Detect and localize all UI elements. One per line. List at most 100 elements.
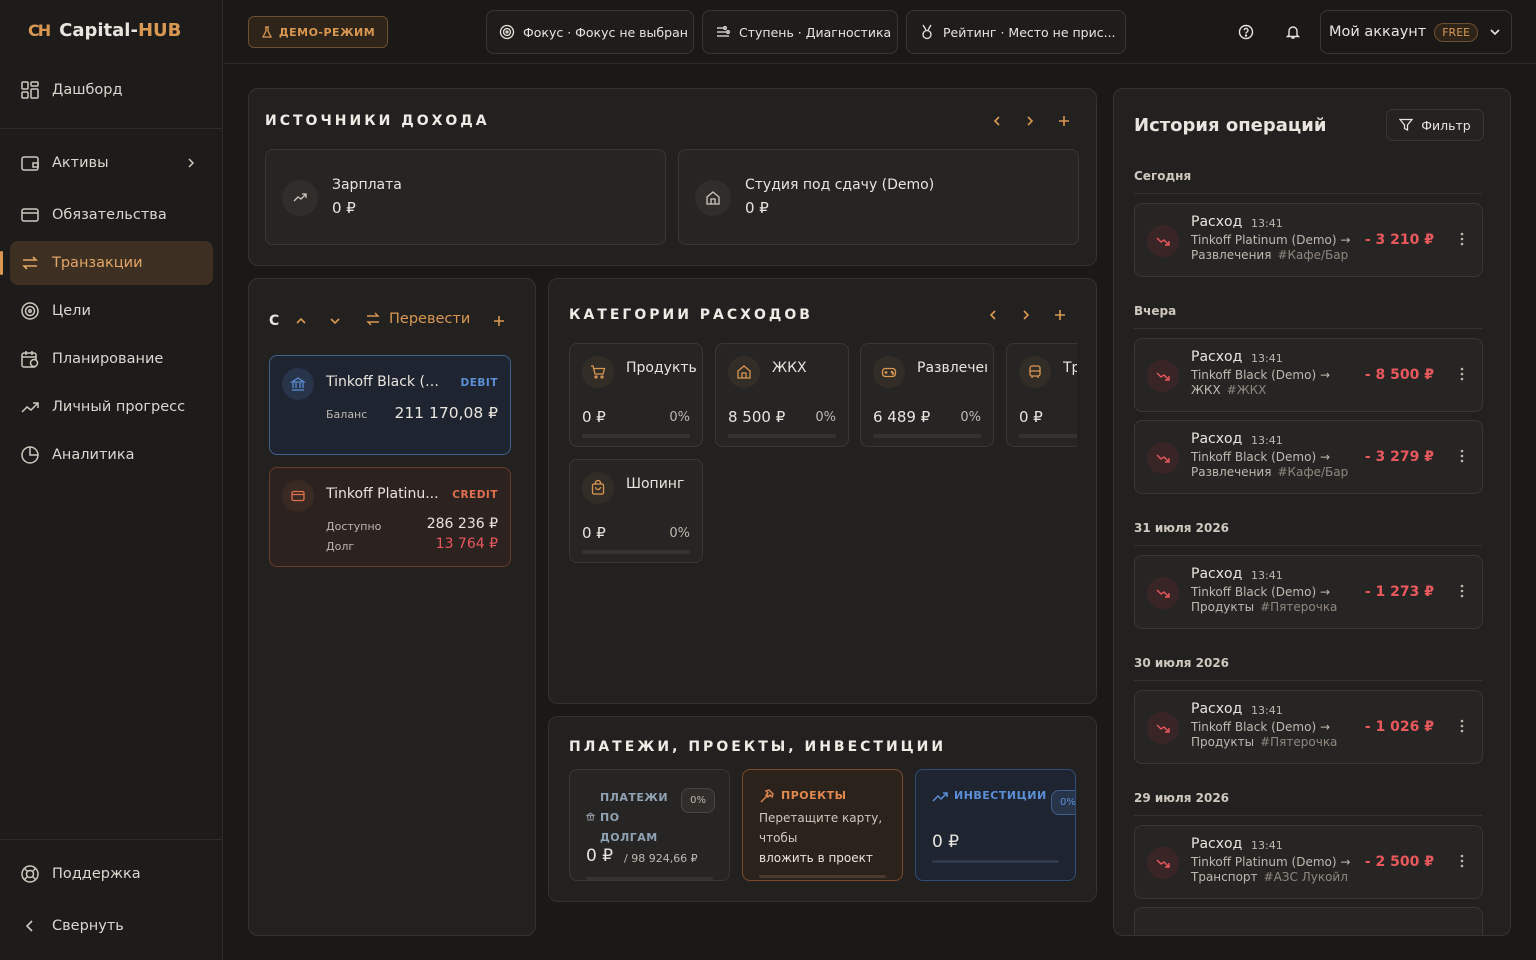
history-group-label: Сегодня (1134, 169, 1192, 183)
more-icon[interactable] (1460, 367, 1464, 381)
stage-pill[interactable]: Ступень · Диагностика (702, 10, 898, 54)
income-prev-button[interactable] (987, 111, 1007, 131)
transaction-row[interactable]: Расход 13:41 Tinkoff Platinum (Demo) → Т… (1134, 825, 1483, 899)
rating-pill[interactable]: Рейтинг · Место не прис... (906, 10, 1126, 54)
stairs-icon (717, 26, 730, 37)
sidebar-item-progress[interactable]: Личный прогресс (10, 385, 213, 429)
category-percent: 0% (669, 526, 690, 541)
transaction-row[interactable]: Расход 13:41 Tinkoff Platinum (Demo) → Р… (1134, 203, 1483, 277)
cart-icon (582, 356, 614, 388)
chevron-right-icon (1027, 116, 1034, 126)
more-icon[interactable] (1460, 584, 1464, 598)
income-name: Зарплата (332, 177, 402, 193)
income-panel: ИСТОЧНИКИ ДОХОДА Зарплата 0 ₽ Студия под… (248, 88, 1097, 266)
income-title: ИСТОЧНИКИ ДОХОДА (265, 113, 490, 129)
transaction-row[interactable]: Расход 13:41 Tinkoff Black (Demo) → Прод… (1134, 555, 1483, 629)
categories-panel: КАТЕГОРИИ РАСХОДОВ Продукты 0 ₽ 0% ЖКХ 8… (548, 278, 1097, 704)
sidebar-item-transactions[interactable]: Транзакции (10, 241, 213, 285)
more-icon[interactable] (1460, 719, 1464, 733)
account-menu[interactable]: Мой аккаунт FREE (1320, 10, 1512, 54)
category-name: Продукты (626, 360, 696, 376)
transaction-row[interactable] (1134, 907, 1483, 935)
chevron-left-icon (989, 310, 996, 320)
tx-tag: #АЗС Лукойл (1263, 870, 1348, 884)
stage-label: Ступень · Диагностика (739, 24, 892, 40)
chevron-left-icon (993, 116, 1000, 126)
category-name: Транспорт (1063, 360, 1077, 376)
sidebar-item-analytics[interactable]: Аналитика (10, 433, 213, 477)
chevron-up-icon (296, 317, 306, 324)
income-name: Студия под сдачу (Demo) (745, 177, 935, 193)
more-icon[interactable] (1460, 854, 1464, 868)
sidebar-item-goals[interactable]: Цели (10, 289, 213, 333)
accounts-up-button[interactable] (291, 311, 311, 331)
category-value: 0 ₽ (582, 408, 606, 426)
trend-icon (932, 792, 948, 802)
category-name: Развлечения (917, 360, 987, 376)
tx-amount: - 3 279 ₽ (1364, 449, 1434, 465)
investments-value: 0 ₽ (932, 832, 960, 852)
divider (1134, 545, 1482, 546)
debt-title-line: ПО (600, 811, 620, 824)
category-progress (873, 434, 981, 438)
income-card-salary[interactable]: Зарплата 0 ₽ (265, 149, 666, 245)
notifications-button[interactable] (1281, 20, 1305, 44)
income-next-button[interactable] (1020, 111, 1040, 131)
more-icon[interactable] (1460, 232, 1464, 246)
topbar: ДЕМО-РЕЖИМ Фокус · Фокус не выбран Ступе… (224, 0, 1536, 64)
card-icon (21, 208, 39, 222)
projects-card[interactable]: ПРОЕКТЫ Перетащите карту, чтобы вложить … (742, 769, 903, 881)
categories-next-button[interactable] (1016, 305, 1036, 325)
logo[interactable]: CH Capital- HUB (28, 20, 181, 41)
transfer-button[interactable]: Перевести (365, 311, 470, 327)
category-card[interactable]: Транспорт 0 ₽ (1006, 343, 1077, 447)
demo-mode-badge[interactable]: ДЕМО-РЕЖИМ (248, 16, 388, 48)
accounts-add-button[interactable] (489, 311, 509, 331)
help-button[interactable] (1234, 20, 1258, 44)
more-icon[interactable] (1460, 449, 1464, 463)
account-card-credit[interactable]: Tinkoff Platinu... CREDIT Доступно 286 2… (269, 467, 511, 567)
tx-category: Развлечения #Кафе/Бар (1191, 465, 1348, 479)
investments-card[interactable]: ИНВЕСТИЦИИ 0% 0 ₽ (915, 769, 1076, 881)
accounts-down-button[interactable] (325, 311, 345, 331)
filter-button[interactable]: Фильтр (1386, 109, 1484, 141)
sidebar-collapse[interactable]: Свернуть (10, 904, 213, 948)
category-card[interactable]: ЖКХ 8 500 ₽ 0% (715, 343, 849, 447)
transfer-icon (22, 256, 38, 270)
sidebar-item-liabilities[interactable]: Обязательства (10, 193, 213, 237)
income-add-button[interactable] (1054, 111, 1074, 131)
debt-value: 13 764 ₽ (435, 536, 498, 552)
tx-account: Tinkoff Platinum (Demo) → (1191, 233, 1351, 247)
category-card[interactable]: Развлечения 6 489 ₽ 0% (860, 343, 994, 447)
available-label: Доступно (326, 520, 382, 533)
trend-icon (282, 180, 318, 216)
category-card[interactable]: Шопинг 0 ₽ 0% (569, 459, 703, 563)
history-group-label: Вчера (1134, 304, 1177, 318)
account-card-debit[interactable]: Tinkoff Black (D... DEBIT Баланс 211 170… (269, 355, 511, 455)
tx-time: 13:41 (1251, 352, 1283, 365)
tx-category-name: Продукты (1191, 735, 1255, 749)
tx-account: Tinkoff Platinum (Demo) → (1191, 855, 1351, 869)
income-card-studio[interactable]: Студия под сдачу (Demo) 0 ₽ (678, 149, 1079, 245)
categories-add-button[interactable] (1050, 305, 1070, 325)
sidebar-item-assets[interactable]: Активы (10, 141, 213, 185)
sidebar-support[interactable]: Поддержка (10, 852, 213, 896)
sidebar-item-planning[interactable]: Планирование (10, 337, 213, 381)
home-icon (728, 356, 760, 388)
tx-category-name: Продукты (1191, 600, 1255, 614)
transaction-row[interactable]: Расход 13:41 Tinkoff Black (Demo) → ЖКХ #… (1134, 338, 1483, 412)
tx-amount: - 3 210 ₽ (1364, 232, 1434, 248)
sidebar-item-dashboard[interactable]: Дашборд (10, 68, 213, 112)
transaction-row[interactable]: Расход 13:41 Tinkoff Black (Demo) → Прод… (1134, 690, 1483, 764)
transaction-row[interactable]: Расход 13:41 Tinkoff Black (Demo) → Разв… (1134, 420, 1483, 494)
category-card[interactable]: Продукты 0 ₽ 0% (569, 343, 703, 447)
hammer-icon (760, 789, 774, 803)
categories-prev-button[interactable] (983, 305, 1003, 325)
lifebuoy-icon (21, 865, 39, 883)
collapse-label: Свернуть (52, 918, 124, 934)
focus-pill[interactable]: Фокус · Фокус не выбран (486, 10, 694, 54)
accounts-title: С (269, 313, 280, 329)
debt-payments-card[interactable]: ПЛАТЕЖИ ПО ДОЛГАМ 0% 0 ₽ / 98 924,66 ₽ (569, 769, 730, 881)
tx-tag: #Пятерочка (1260, 600, 1338, 614)
tx-category-name: Транспорт (1191, 870, 1258, 884)
